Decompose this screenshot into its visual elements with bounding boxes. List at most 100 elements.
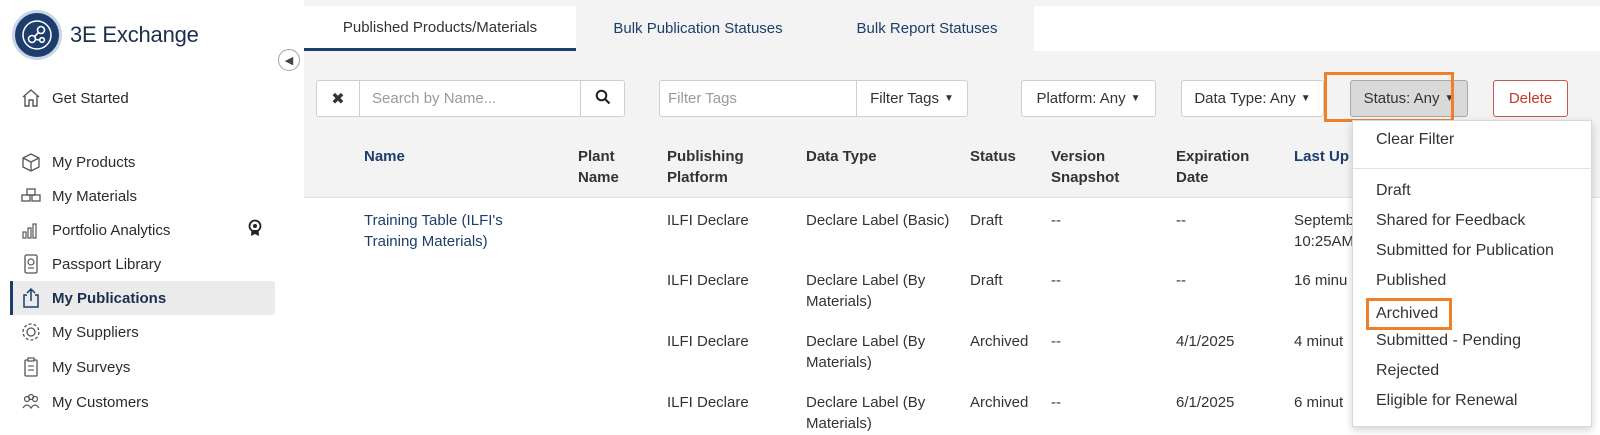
app-logo[interactable]: 3E Exchange <box>12 10 199 60</box>
cell-line: Materials) <box>806 293 872 310</box>
cell-data-type: Declare Label (Basic) <box>806 212 950 229</box>
column-name[interactable]: Name <box>364 146 405 167</box>
app-name: 3E Exchange <box>70 22 199 47</box>
menu-item-submitted-pending[interactable]: Submitted - Pending <box>1353 326 1593 356</box>
sidebar-item-label: My Materials <box>52 187 138 205</box>
cell-version: -- <box>1051 394 1061 411</box>
header-line: Date <box>1176 169 1209 186</box>
gear-people-icon <box>20 321 42 343</box>
cell-platform: ILFI Declare <box>667 394 749 411</box>
cell-platform: ILFI Declare <box>667 212 749 229</box>
filter-tags-label: Filter Tags <box>870 90 939 107</box>
menu-item-clear-filter[interactable]: Clear Filter <box>1353 125 1593 155</box>
cell-line: Training Table (ILFI's <box>364 212 503 229</box>
sidebar-item-label: My Customers <box>52 393 149 411</box>
menu-item-published[interactable]: Published <box>1353 266 1593 296</box>
cell-status: Archived <box>970 333 1029 350</box>
cell-expiration: -- <box>1176 212 1186 229</box>
sidebar-item-my-products[interactable]: My Products <box>10 145 275 179</box>
logo-mark-icon <box>12 10 62 60</box>
menu-divider <box>1353 168 1593 169</box>
sidebar-item-label: My Publications <box>52 289 167 307</box>
cell-platform: ILFI Declare <box>667 272 749 289</box>
bar-chart-icon <box>20 219 42 241</box>
box-icon <box>20 151 42 173</box>
cell-last-updated: 6 minut <box>1294 394 1344 411</box>
sidebar: 3E Exchange Get Started My Products My M… <box>0 0 282 435</box>
sidebar-item-label: My Suppliers <box>52 323 139 341</box>
cell-data-type: Declare Label (By Materials) <box>806 392 925 434</box>
column-last-updated[interactable]: Last Up <box>1294 146 1349 167</box>
sidebar-item-my-customers[interactable]: My Customers <box>10 385 275 419</box>
status-dropdown-menu: Clear Filter Draft Shared for Feedback S… <box>1352 120 1593 427</box>
caret-down-icon: ▼ <box>944 93 954 104</box>
search-button[interactable] <box>580 80 625 117</box>
sidebar-item-my-surveys[interactable]: My Surveys <box>10 350 275 384</box>
menu-item-shared-for-feedback[interactable]: Shared for Feedback <box>1353 206 1593 236</box>
filter-tags-input[interactable]: Filter Tags <box>659 80 857 117</box>
sidebar-item-my-publications[interactable]: My Publications <box>10 281 275 315</box>
close-icon: ✖ <box>331 90 345 108</box>
menu-item-submitted-for-publication[interactable]: Submitted for Publication <box>1353 236 1593 266</box>
cell-line: 10:25AM <box>1294 233 1355 250</box>
header-line: Plant <box>578 148 615 165</box>
cell-expiration: 4/1/2025 <box>1176 333 1235 350</box>
cell-line: Materials) <box>806 415 872 432</box>
cell-status: Draft <box>970 272 1003 289</box>
passport-icon <box>20 253 42 275</box>
tab-bulk-publication-statuses[interactable]: Bulk Publication Statuses <box>576 6 820 51</box>
row-name-link[interactable]: Training Table (ILFI's Training Material… <box>364 210 503 252</box>
data-type-filter-label: Data Type: Any <box>1194 90 1296 107</box>
sidebar-item-get-started[interactable]: Get Started <box>10 81 275 115</box>
caret-down-icon: ▼ <box>1130 93 1141 104</box>
cell-version: -- <box>1051 272 1061 289</box>
sidebar-item-my-suppliers[interactable]: My Suppliers <box>10 315 275 349</box>
tab-bulk-report-statuses[interactable]: Bulk Report Statuses <box>820 6 1034 51</box>
cell-last-updated: 16 minu <box>1294 272 1348 289</box>
sidebar-item-label: Get Started <box>52 89 129 107</box>
sidebar-item-my-materials[interactable]: My Materials <box>10 179 275 213</box>
cell-line: Declare Label (By <box>806 394 926 411</box>
cell-version: -- <box>1051 333 1061 350</box>
award-badge-icon <box>247 219 263 241</box>
column-status: Status <box>970 148 1016 165</box>
search-input[interactable]: Search by Name... <box>359 80 581 117</box>
filter-tags-dropdown[interactable]: Filter Tags ▼ <box>856 80 968 117</box>
cell-data-type: Declare Label (By Materials) <box>806 270 925 312</box>
sidebar-item-portfolio-analytics[interactable]: Portfolio Analytics <box>10 213 275 247</box>
cell-last-updated: 4 minut <box>1294 333 1344 350</box>
tab-bar: Published Products/Materials Bulk Public… <box>304 6 1600 51</box>
sidebar-item-label: My Products <box>52 153 136 171</box>
header-line: Name <box>578 169 619 186</box>
sidebar-item-label: Passport Library <box>52 255 162 273</box>
home-icon <box>20 87 42 109</box>
column-version-snapshot: Version Snapshot <box>1051 146 1119 188</box>
cell-line: Declare Label (By <box>806 333 926 350</box>
menu-item-rejected[interactable]: Rejected <box>1353 356 1593 386</box>
data-type-filter-dropdown[interactable]: Data Type: Any ▼ <box>1181 80 1324 117</box>
header-line: Snapshot <box>1051 169 1120 186</box>
column-expiration-date: Expiration Date <box>1176 146 1249 188</box>
cell-version: -- <box>1051 212 1061 229</box>
menu-item-draft[interactable]: Draft <box>1353 176 1593 206</box>
collapse-sidebar-button[interactable]: ◀ <box>278 49 300 71</box>
platform-filter-dropdown[interactable]: Platform: Any ▼ <box>1021 80 1156 117</box>
column-data-type: Data Type <box>806 148 877 165</box>
header-line: Platform <box>667 169 728 186</box>
header-line: Publishing <box>667 148 744 165</box>
cell-status: Archived <box>970 394 1029 411</box>
cell-expiration: -- <box>1176 272 1186 289</box>
cell-last-updated: Septemb 10:25AM <box>1294 210 1354 252</box>
cell-data-type: Declare Label (By Materials) <box>806 331 925 373</box>
clear-search-button[interactable]: ✖ <box>316 80 360 117</box>
sidebar-item-passport-library[interactable]: Passport Library <box>10 247 275 281</box>
cell-line: Declare Label (By <box>806 272 926 289</box>
column-plant-name: Plant Name <box>578 146 619 188</box>
menu-item-eligible-for-renewal[interactable]: Eligible for Renewal <box>1353 386 1593 416</box>
sidebar-item-label: My Surveys <box>52 358 131 376</box>
share-icon <box>20 287 42 309</box>
chevron-left-icon: ◀ <box>284 54 294 67</box>
cell-line: Septemb <box>1294 212 1355 229</box>
delete-button[interactable]: Delete <box>1493 80 1568 117</box>
tab-published-products-materials[interactable]: Published Products/Materials <box>304 6 576 51</box>
